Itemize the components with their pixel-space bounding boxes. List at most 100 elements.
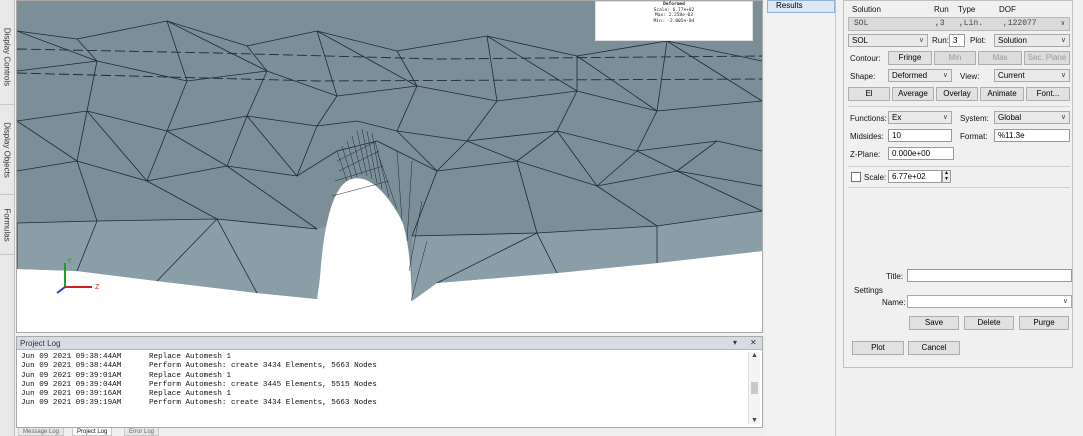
chevron-down-icon[interactable]: ∨ [1061,18,1065,30]
average-button[interactable]: Average [892,87,934,101]
divider [848,187,1070,188]
view-combo-value: Current [998,71,1025,80]
shape-label: Shape: [850,72,876,81]
fringe-button[interactable]: Fringe [888,51,932,65]
settings-group-label: Settings [854,286,883,295]
animate-button[interactable]: Animate [980,87,1024,101]
project-log-text[interactable]: Jun 09 2021 09:38:44AM Replace Automesh 1… [21,353,745,425]
chevron-down-icon[interactable]: ∨ [1061,112,1066,123]
chevron-down-icon[interactable]: ∨ [919,35,924,46]
cancel-button[interactable]: Cancel [908,341,960,355]
sec-plane-button[interactable]: Sec. Plane [1024,51,1070,65]
sol-name: SOL [854,19,869,28]
plot-combo-value: Solution [998,36,1027,45]
tab-message-log[interactable]: Message Log [18,428,65,436]
midsides-label: Midsides: [850,132,884,141]
log-scrollbar[interactable]: ▲ ▼ [748,352,760,424]
max-button[interactable]: Max [978,51,1022,65]
name-label: Name: [882,298,906,307]
sol-dof: ,122077 [1003,19,1037,28]
tab-project-log[interactable]: Project Log [72,428,113,436]
solution-combo-value: SOL [852,36,869,45]
chevron-down-icon[interactable]: ∨ [1061,70,1066,81]
name-combo[interactable]: ∨ [907,295,1072,308]
tab-results[interactable]: Results [767,0,835,13]
tab-error-log[interactable]: Error Log [124,428,160,436]
legend-line: Min: -2.005e-04 [653,18,695,24]
project-log-title: Project Log [20,339,61,348]
scale-label: Scale: [864,173,887,182]
log-line: Jun 09 2021 09:39:16AM Replace Automesh 1 [21,390,745,399]
zplane-field[interactable]: 0.000e+00 [888,147,954,160]
project-log-header: Project Log ▾ ✕ [17,337,762,350]
chevron-down-icon[interactable]: ∨ [943,112,948,123]
el-button[interactable]: El [848,87,890,101]
solution-header: Solution [852,5,881,14]
plot-combo[interactable]: Solution ∨ [994,34,1070,47]
chevron-down-icon[interactable]: ∨ [943,70,948,81]
view-combo[interactable]: Current ∨ [994,69,1070,82]
divider [848,106,1070,107]
log-message: Replace Automesh 1 [149,371,232,380]
tab-display-controls[interactable]: Display Controls [0,10,14,105]
pane-menu-icon[interactable]: ▾ [733,338,737,347]
results-panel: Solution Run Type DOF SOL ,3 ,Lin. ,1220… [843,0,1073,368]
log-line: Jun 09 2021 09:39:19AM Perform Automesh: … [21,399,745,408]
tab-display-objects[interactable]: Display Objects [0,105,14,195]
run-field[interactable]: 3 [949,34,965,47]
log-timestamp: Jun 09 2021 09:38:44AM [21,353,122,361]
mesh-canvas: Z Y [17,1,762,302]
save-button[interactable]: Save [909,316,959,330]
plot-legend: Deformed Scale: 6.77e+02 Max: 2.258e-03 … [595,1,753,41]
plot-button[interactable]: Plot [852,341,904,355]
solution-list[interactable]: SOL ,3 ,Lin. ,122077 ∨ [848,17,1070,31]
divider [848,166,1070,167]
plot-label: Plot: [970,36,987,45]
contour-label: Contour: [850,54,881,63]
purge-button[interactable]: Purge [1019,316,1069,330]
log-tab-strip: Message Log Project Log Error Log [16,428,763,436]
log-message: Perform Automesh: create 3445 Elements, … [149,380,377,389]
run-label: Run: [932,36,949,45]
functions-combo-value: Ex [892,113,902,122]
graphics-viewport[interactable]: Z Y Deformed Scale: 6.77e+02 Max: 2.258e… [16,0,763,333]
delete-button[interactable]: Delete [964,316,1014,330]
title-field[interactable] [907,269,1072,282]
scroll-up-icon[interactable]: ▲ [749,352,760,359]
log-message: Perform Automesh: create 3434 Elements, … [149,399,377,408]
system-label: System: [960,114,989,123]
font-button[interactable]: Font... [1026,87,1070,101]
shape-combo-value: Deformed [892,71,928,80]
log-line: Jun 09 2021 09:38:44AM Replace Automesh 1 [21,353,745,362]
chevron-down-icon[interactable]: ∨ [1061,35,1066,46]
functions-combo[interactable]: Ex ∨ [888,111,952,124]
tab-display-controls-label: Display Controls [2,27,12,87]
log-timestamp: Jun 09 2021 09:38:44AM [21,362,122,371]
chevron-down-icon[interactable]: ∨ [1063,296,1068,307]
project-log-pane: Project Log ▾ ✕ Jun 09 2021 09:38:44AM Re… [16,336,763,428]
scale-spinner[interactable]: ▲ ▼ [942,170,951,183]
system-combo[interactable]: Global ∨ [994,111,1070,124]
shape-combo[interactable]: Deformed ∨ [888,69,952,82]
system-combo-value: Global [998,113,1022,122]
solution-combo[interactable]: SOL ∨ [848,34,928,47]
spin-down-icon[interactable]: ▼ [943,176,950,183]
dof-header: DOF [999,5,1016,14]
scale-field[interactable]: 6.77e+02 [888,170,942,183]
scale-checkbox[interactable] [851,172,861,182]
scroll-down-icon[interactable]: ▼ [749,417,760,424]
side-tab-strip: Display Controls Display Objects Formula… [0,0,15,436]
tab-formulas[interactable]: Formulas [0,195,14,255]
log-line: Jun 09 2021 09:38:44AM Perform Automesh: … [21,362,745,371]
format-field[interactable]: %11.3e [994,129,1070,142]
midsides-field[interactable]: 10 [888,129,952,142]
view-label: View: [960,72,980,81]
scroll-thumb[interactable] [751,382,758,394]
min-button[interactable]: Min [934,51,976,65]
log-timestamp: Jun 09 2021 09:39:16AM [21,390,122,399]
overlay-button[interactable]: Overlay [936,87,978,101]
triad-x-label: Z [95,284,100,291]
log-timestamp: Jun 09 2021 09:39:19AM [21,399,122,408]
close-icon[interactable]: ✕ [750,338,757,347]
type-header: Type [958,5,976,14]
